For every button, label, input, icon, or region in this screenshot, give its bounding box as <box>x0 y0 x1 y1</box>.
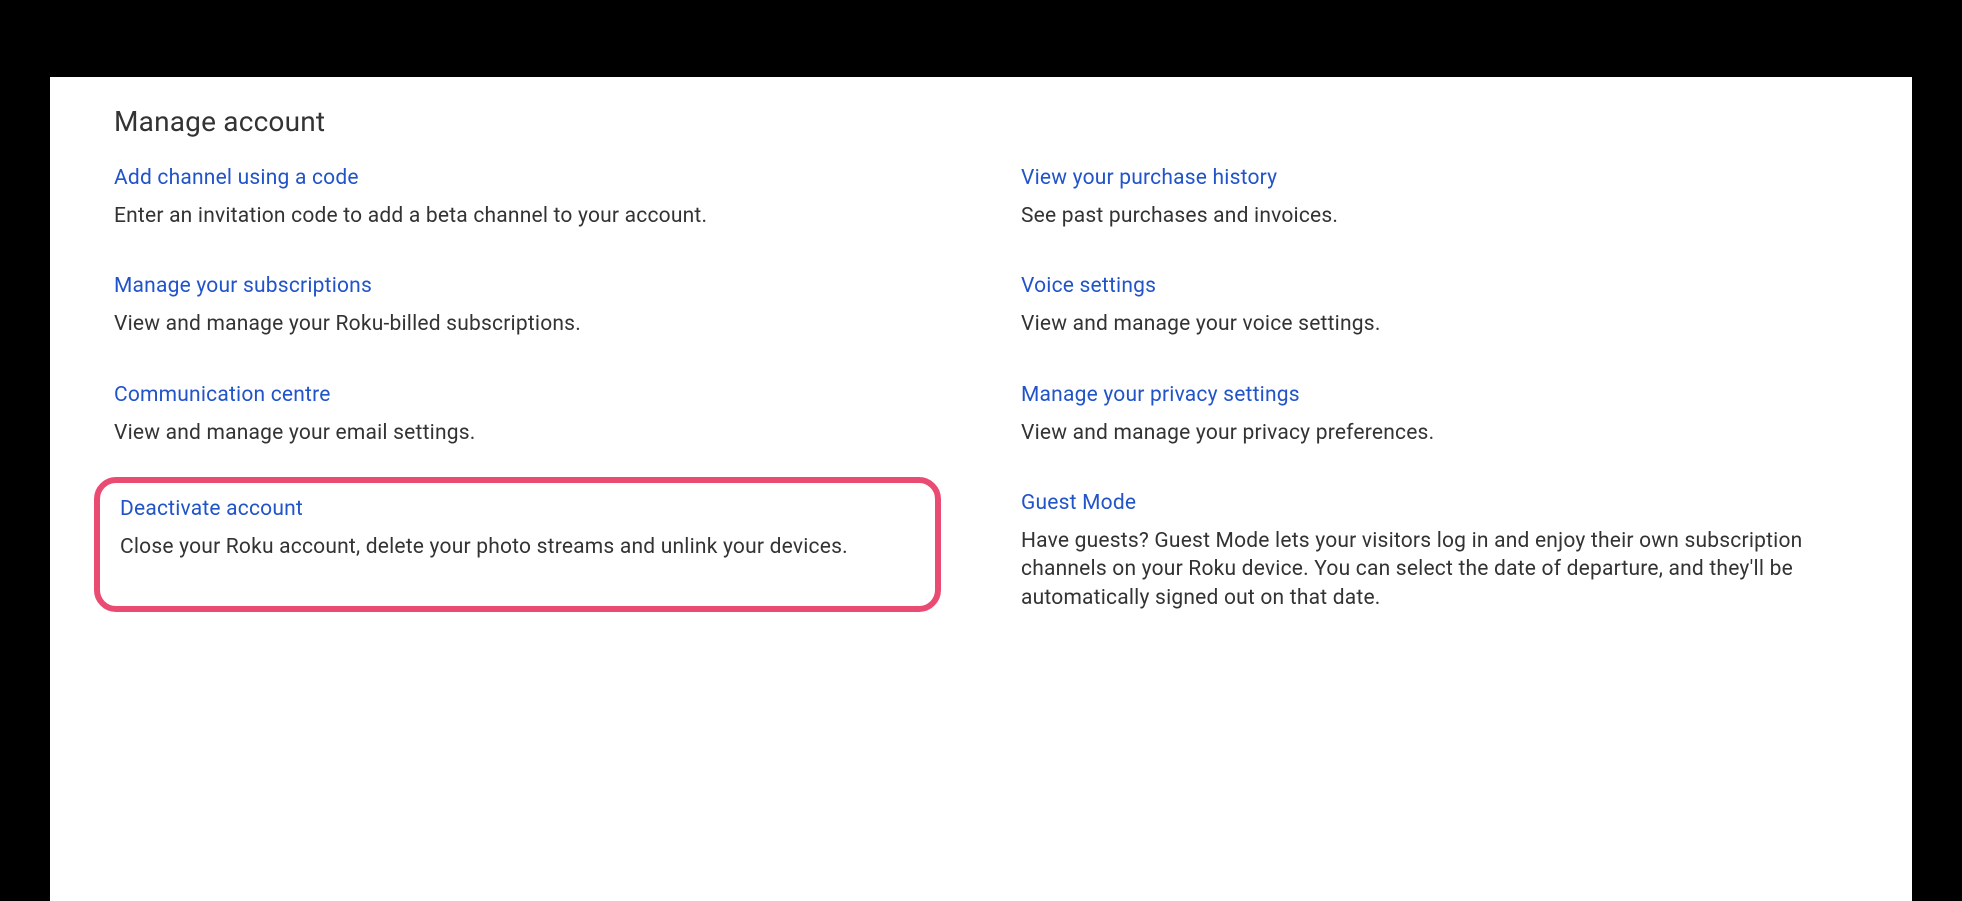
item-guest-mode: Guest Mode Have guests? Guest Mode lets … <box>1021 491 1848 612</box>
item-communication: Communication centre View and manage you… <box>114 383 941 447</box>
link-subscriptions[interactable]: Manage your subscriptions <box>114 274 372 298</box>
desc-add-channel: Enter an invitation code to add a beta c… <box>114 202 941 230</box>
desc-privacy: View and manage your privacy preferences… <box>1021 419 1848 447</box>
link-guest-mode[interactable]: Guest Mode <box>1021 491 1136 515</box>
item-purchase-history: View your purchase history See past purc… <box>1021 166 1848 230</box>
desc-guest-mode: Have guests? Guest Mode lets your visito… <box>1021 527 1848 612</box>
desc-deactivate: Close your Roku account, delete your pho… <box>120 533 915 561</box>
desc-communication: View and manage your email settings. <box>114 419 941 447</box>
desc-subscriptions: View and manage your Roku-billed subscri… <box>114 310 941 338</box>
manage-account-panel: Manage account Add channel using a code … <box>50 77 1912 901</box>
item-deactivate: Deactivate account Close your Roku accou… <box>94 477 941 612</box>
link-purchase-history[interactable]: View your purchase history <box>1021 166 1277 190</box>
item-privacy: Manage your privacy settings View and ma… <box>1021 383 1848 447</box>
link-add-channel[interactable]: Add channel using a code <box>114 166 359 190</box>
item-voice-settings: Voice settings View and manage your voic… <box>1021 274 1848 338</box>
item-add-channel: Add channel using a code Enter an invita… <box>114 166 941 230</box>
item-subscriptions: Manage your subscriptions View and manag… <box>114 274 941 338</box>
link-privacy[interactable]: Manage your privacy settings <box>1021 383 1300 407</box>
page-title: Manage account <box>114 105 1848 138</box>
link-deactivate[interactable]: Deactivate account <box>120 497 303 521</box>
desc-voice-settings: View and manage your voice settings. <box>1021 310 1848 338</box>
desc-purchase-history: See past purchases and invoices. <box>1021 202 1848 230</box>
link-communication[interactable]: Communication centre <box>114 383 331 407</box>
link-voice-settings[interactable]: Voice settings <box>1021 274 1156 298</box>
settings-grid: Add channel using a code Enter an invita… <box>114 166 1848 612</box>
